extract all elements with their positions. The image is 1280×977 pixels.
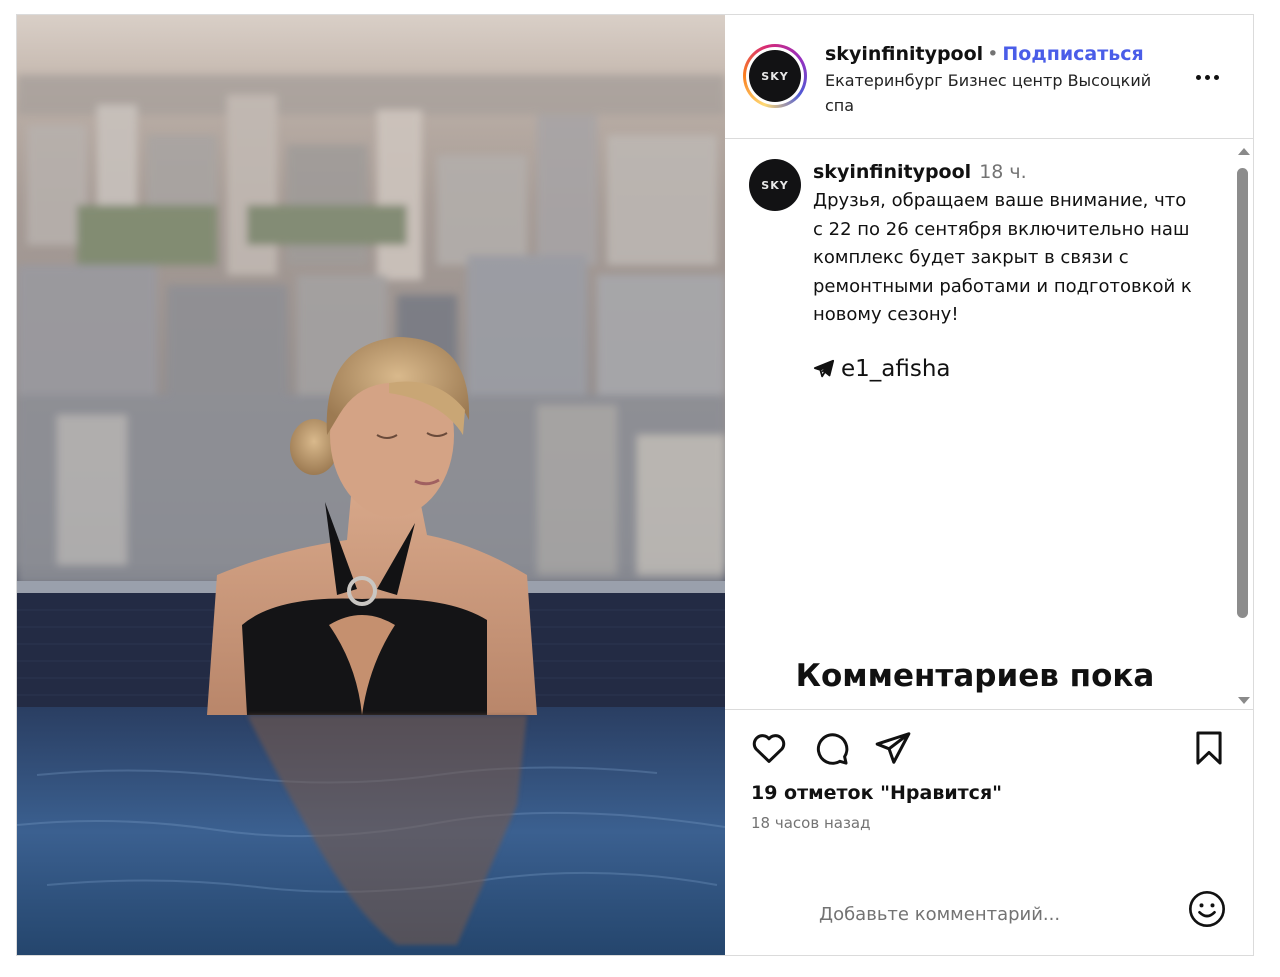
location-link[interactable]: Екатеринбург Бизнес центр Высоцкий спа [825,68,1185,118]
emoji-button[interactable] [1187,889,1229,931]
caption: skyinfinitypool 18 ч. Друзья, обращаем ва… [813,158,1193,384]
follow-button[interactable]: Подписаться [1002,43,1143,65]
scroll-up-arrow-icon[interactable] [1238,148,1250,155]
add-comment-section [725,884,1253,955]
comment-icon [816,733,849,765]
share-button[interactable] [873,728,913,768]
caption-avatar-logo: SKY [761,178,789,192]
emoji-icon [1189,891,1225,927]
caption-avatar[interactable]: SKY [749,159,801,211]
post-dialog: SKY skyinfinitypool • Подписаться Екатерин… [16,14,1254,956]
header-username[interactable]: skyinfinitypool [825,43,983,65]
like-button[interactable] [749,728,789,768]
header-line: skyinfinitypool • Подписаться [825,41,1185,67]
caption-source-text: e1_afisha [841,355,951,382]
header-text: skyinfinitypool • Подписаться Екатеринбург… [825,41,1185,118]
likes-count[interactable]: 19 отметок "Нравится" [751,782,1002,804]
caption-source: e1_afisha [813,354,1193,384]
caption-head: skyinfinitypool 18 ч. [813,158,1193,186]
comment-input[interactable] [819,894,1159,934]
caption-username[interactable]: skyinfinitypool [813,161,971,183]
comment-button[interactable] [811,728,851,768]
action-bar: 19 отметок "Нравится" 18 часов назад [725,709,1253,884]
post-side-panel: SKY skyinfinitypool • Подписаться Екатерин… [725,15,1253,955]
photo-illustration [17,75,725,955]
more-options-button[interactable] [1191,67,1223,87]
heart-icon [752,734,786,763]
comments-area: SKY skyinfinitypool 18 ч. Друзья, обращае… [725,140,1253,710]
post-time-ago[interactable]: 18 часов назад [751,814,870,832]
caption-text: Друзья, обращаем ваше внимание, что с 22… [813,190,1192,325]
telegram-icon [813,359,835,377]
post-header: SKY skyinfinitypool • Подписаться Екатерин… [725,15,1253,139]
avatar[interactable]: SKY [749,50,801,102]
scroll-down-arrow-icon[interactable] [1238,697,1250,704]
caption-time[interactable]: 18 ч. [979,161,1026,183]
post-photo[interactable] [17,15,725,955]
more-horizontal-icon [1195,74,1201,80]
header-separator: • [987,43,999,65]
share-icon [875,732,911,764]
avatar-logo: SKY [761,69,789,83]
save-button[interactable] [1189,728,1229,768]
bookmark-icon [1196,731,1222,765]
scroll-thumb[interactable] [1237,168,1248,618]
comments-scrollbar[interactable] [1235,148,1251,704]
no-comments-label: Комментариев пока [795,658,1155,694]
